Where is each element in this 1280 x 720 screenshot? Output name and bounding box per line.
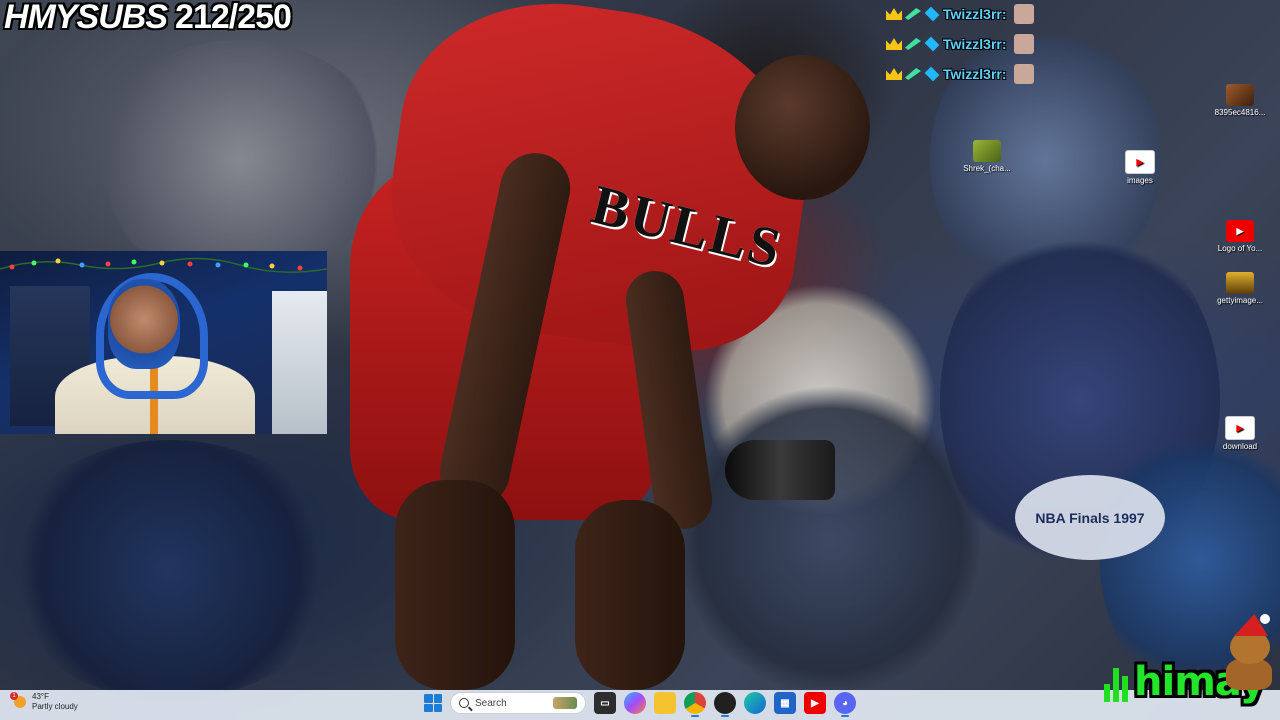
desktop-icon-label: Shrek_(cha...	[963, 164, 1011, 173]
equalizer-icon	[1104, 668, 1128, 702]
christmas-bear-icon	[1222, 614, 1274, 690]
discord-icon[interactable]: ◕	[834, 692, 856, 717]
photographer-camera	[725, 440, 835, 500]
crown-badge-icon	[886, 38, 902, 50]
task-view-icon[interactable]: ▭	[594, 692, 616, 714]
weather-alert-badge: 1	[10, 692, 18, 700]
cube-badge-icon	[924, 36, 940, 52]
desktop-icon-download[interactable]: ▶ download	[1212, 416, 1268, 451]
cube-badge-icon	[924, 6, 940, 22]
search-placeholder: Search	[475, 697, 507, 709]
desktop-icon-8395ec4816[interactable]: 8395ec4816...	[1212, 84, 1268, 117]
desktop-icon-gettyimages[interactable]: gettyimage...	[1212, 272, 1268, 305]
desktop-icon-label: 8395ec4816...	[1214, 108, 1266, 117]
weather-sun-icon: 1	[10, 692, 26, 708]
crowd-figure	[680, 380, 980, 700]
desktop-icon-label: gettyimage...	[1217, 296, 1263, 305]
youtube-icon: ▶	[1226, 220, 1254, 242]
chat-message: Twizzl3rr:	[886, 32, 1056, 56]
file-explorer-icon[interactable]	[654, 692, 676, 714]
chat-overlay: Twizzl3rr: Twizzl3rr: Twizzl3rr:	[886, 2, 1056, 92]
taskbar-search[interactable]: Search	[450, 692, 586, 714]
crowd-figure	[0, 440, 340, 700]
taskbar-apps: Search ▭ ▦ ▶ ◕	[424, 692, 856, 717]
obs-icon[interactable]	[714, 692, 736, 717]
string-lights-icon	[0, 257, 327, 273]
image-file-icon	[1226, 272, 1254, 294]
player-head	[735, 55, 870, 200]
webcam-door	[272, 291, 327, 434]
pen-badge-icon	[905, 8, 921, 20]
chat-emote-icon	[1013, 34, 1034, 54]
copilot-icon[interactable]	[624, 692, 646, 714]
shrek-icon	[973, 140, 1001, 162]
sub-goal-count: 212/250	[175, 0, 292, 36]
chat-username: Twizzl3rr:	[943, 36, 1007, 52]
webcam-feed	[0, 251, 327, 434]
sub-goal-counter: HMYSUBS 212/250	[4, 0, 292, 37]
youtube-icon: ▶	[1125, 150, 1155, 174]
weather-temp: 43°F	[32, 692, 49, 701]
desktop-icon-label: download	[1222, 442, 1258, 451]
chat-message: Twizzl3rr:	[886, 2, 1056, 26]
weather-widget[interactable]: 1 43°F Partly cloudy	[10, 692, 78, 712]
streamer-face	[108, 279, 180, 369]
crown-badge-icon	[886, 68, 902, 80]
search-highlight-icon	[553, 697, 577, 709]
chat-username: Twizzl3rr:	[943, 6, 1007, 22]
store-icon[interactable]: ▦	[774, 692, 796, 714]
desktop-icon-shrek[interactable]: Shrek_(cha...	[959, 140, 1015, 173]
youtube-icon: ▶	[1225, 416, 1255, 440]
chat-message: Twizzl3rr:	[886, 62, 1056, 86]
chat-emote-icon	[1013, 64, 1034, 84]
chat-emote-icon	[1013, 4, 1034, 24]
chat-username: Twizzl3rr:	[943, 66, 1007, 82]
pen-badge-icon	[905, 38, 921, 50]
finals-logo: NBA Finals 1997	[1015, 475, 1165, 560]
windows-start-icon[interactable]	[424, 694, 442, 712]
weather-text: 43°F Partly cloudy	[32, 692, 78, 712]
desktop-icon-label: images	[1127, 176, 1153, 185]
player-leg	[575, 500, 685, 690]
crown-badge-icon	[886, 8, 902, 20]
desktop-icon-images[interactable]: ▶ images	[1112, 150, 1168, 185]
desktop-icon-label: Logo of Yo...	[1217, 244, 1263, 253]
youtube-icon[interactable]: ▶	[804, 692, 826, 714]
player-leg	[395, 480, 515, 690]
sub-goal-label: HMYSUBS	[4, 0, 168, 36]
image-file-icon	[1226, 84, 1254, 106]
edge-icon[interactable]	[744, 692, 766, 714]
weather-desc: Partly cloudy	[32, 702, 78, 711]
chrome-icon[interactable]	[684, 692, 706, 717]
cube-badge-icon	[924, 66, 940, 82]
search-icon	[459, 698, 469, 708]
crowd-figure	[90, 40, 390, 280]
desktop-icon-logo-of-youtube[interactable]: ▶ Logo of Yo...	[1212, 220, 1268, 253]
pen-badge-icon	[905, 68, 921, 80]
